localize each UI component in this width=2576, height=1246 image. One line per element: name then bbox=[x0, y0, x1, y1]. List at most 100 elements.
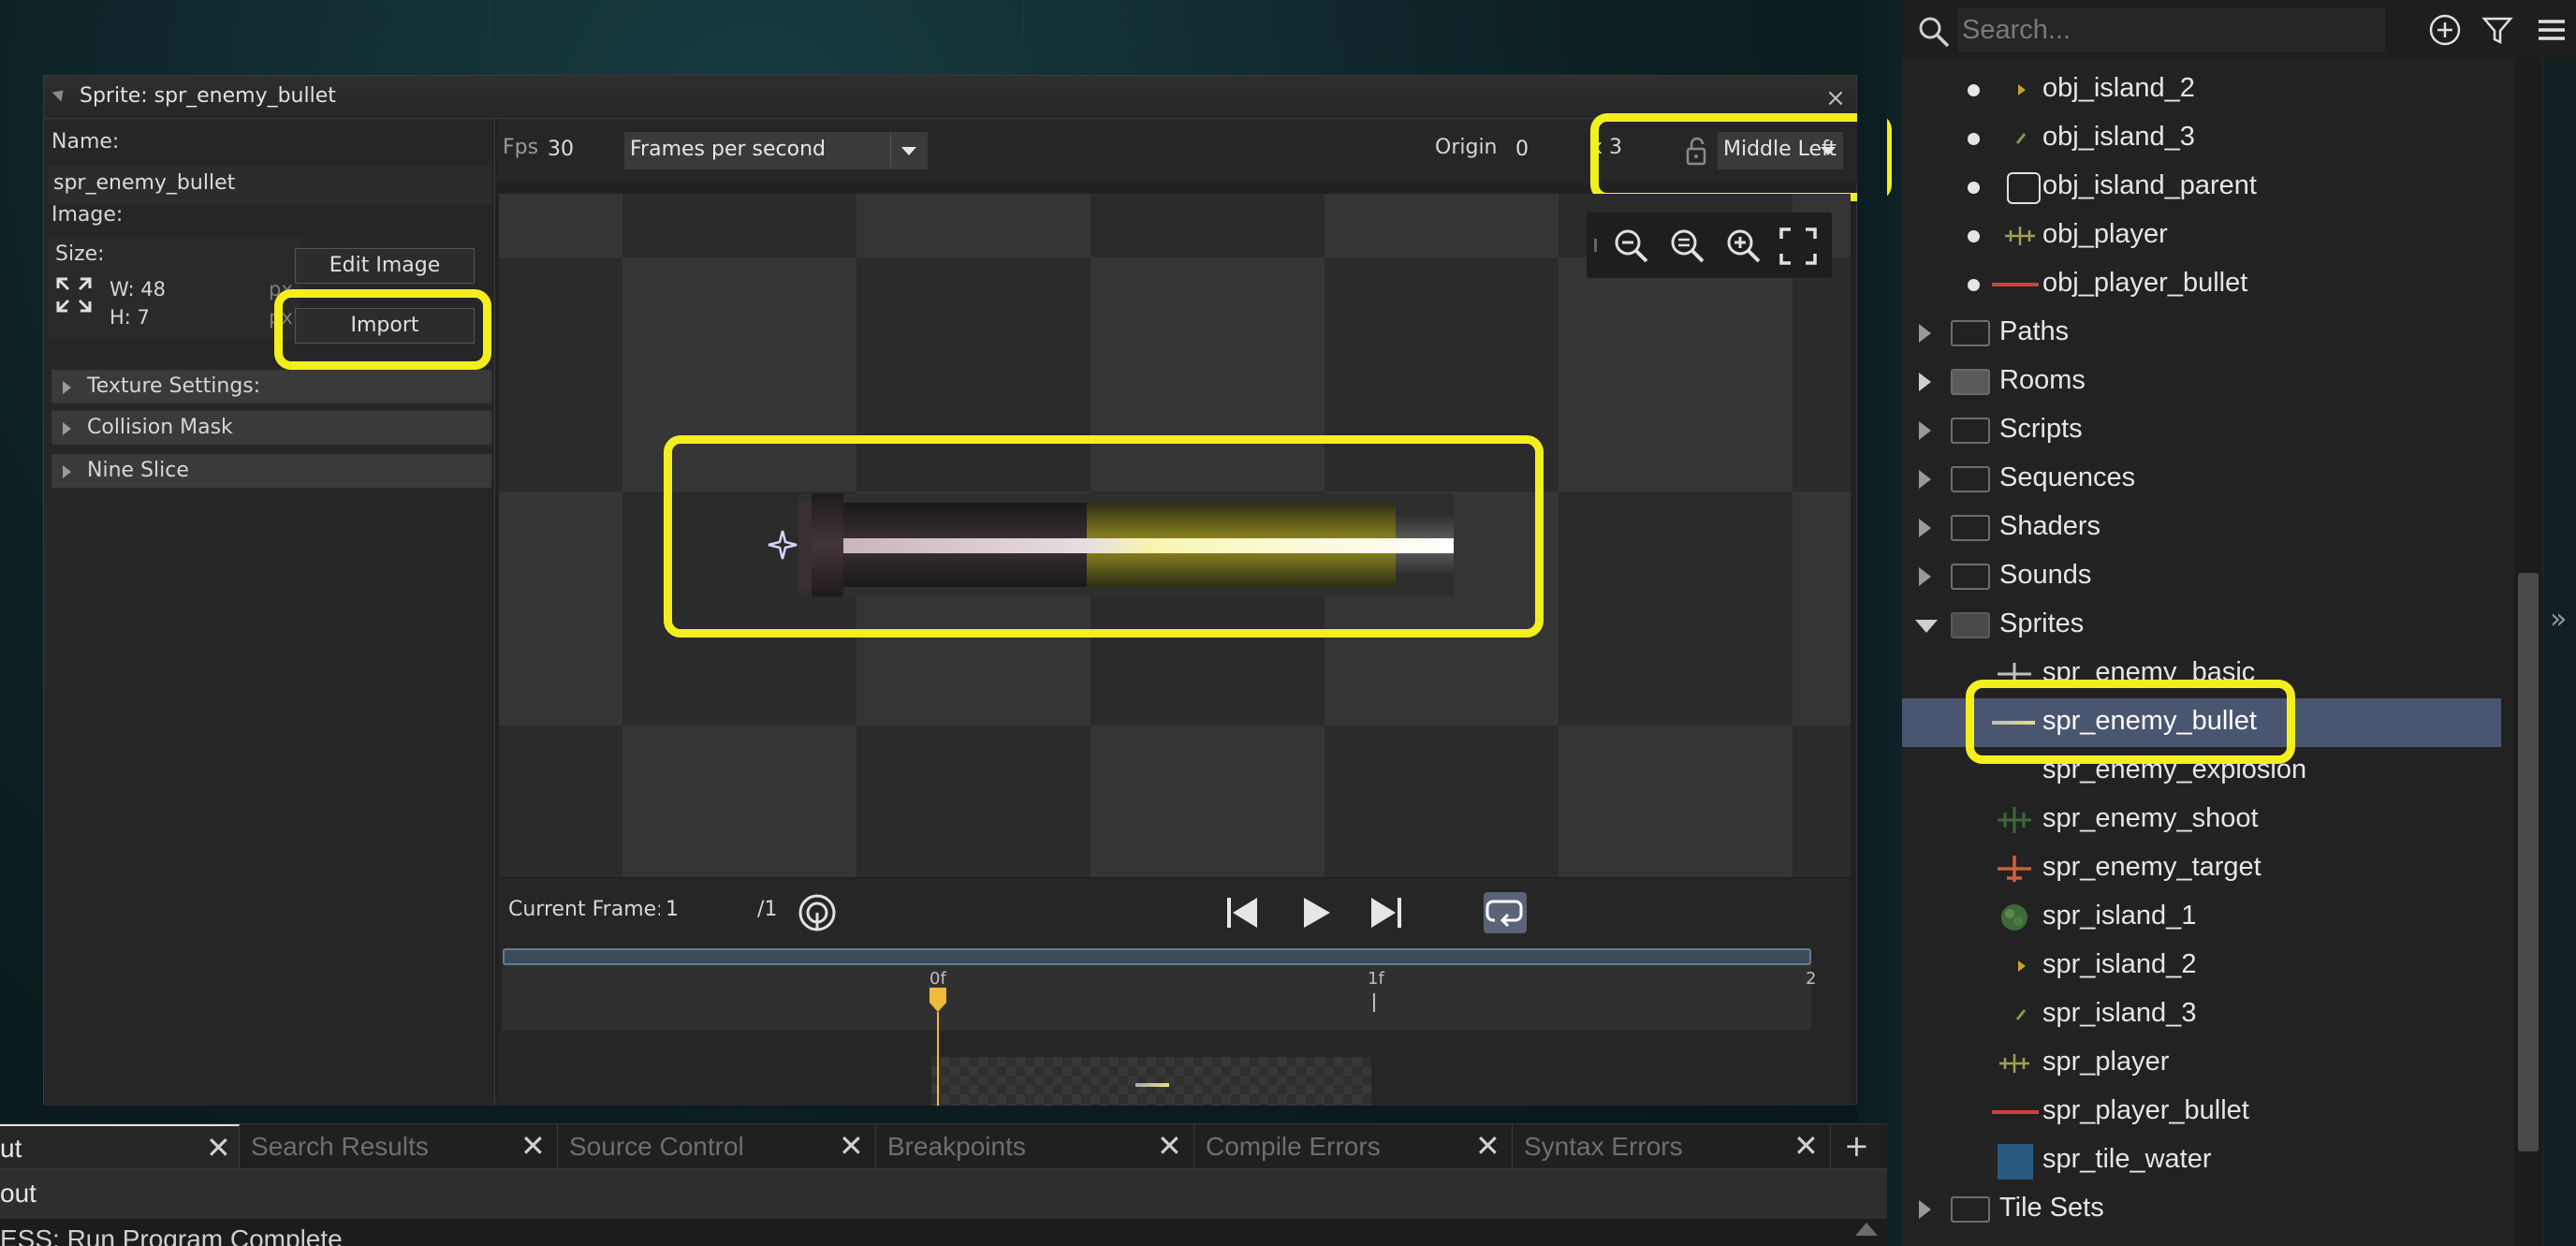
close-icon[interactable]: ✕ bbox=[1475, 1128, 1500, 1164]
folder-icon bbox=[1951, 564, 1990, 590]
first-frame-icon[interactable] bbox=[1223, 894, 1261, 931]
folder-open-icon bbox=[1951, 612, 1990, 638]
expand-arrow-icon[interactable] bbox=[1919, 373, 1931, 391]
tree-item-spr-player[interactable]: spr_player bbox=[1902, 1039, 2501, 1088]
close-icon[interactable]: ✕ bbox=[1157, 1128, 1182, 1164]
filter-icon[interactable] bbox=[2479, 11, 2516, 49]
zoom-out-icon[interactable] bbox=[1611, 226, 1652, 267]
fps-input[interactable]: 30 bbox=[542, 132, 619, 169]
tree-item-spr-player-bullet[interactable]: spr_player_bullet bbox=[1902, 1088, 2501, 1136]
tab-search-results[interactable]: Search Results ✕ bbox=[240, 1124, 558, 1169]
chevron-right-icon[interactable]: » bbox=[2550, 603, 2567, 636]
collapse-arrow-icon[interactable] bbox=[1915, 620, 1938, 633]
tree-folder-sequences[interactable]: Sequences bbox=[1902, 455, 2501, 504]
window-titlebar[interactable]: Sprite: spr_enemy_bullet × bbox=[44, 76, 1856, 119]
close-icon[interactable]: ✕ bbox=[520, 1128, 546, 1164]
tab-output[interactable]: ut ✕ bbox=[0, 1124, 240, 1169]
tree-folder-tile-sets[interactable]: Tile Sets bbox=[1902, 1185, 2501, 1234]
frame-cell[interactable] bbox=[931, 1057, 1371, 1106]
timeline-scrollbar[interactable] bbox=[503, 948, 1811, 965]
expand-arrow-icon[interactable] bbox=[1919, 421, 1931, 440]
tab-source-control[interactable]: Source Control ✕ bbox=[558, 1124, 876, 1169]
divider bbox=[489, 0, 490, 41]
expand-arrow-icon[interactable] bbox=[1919, 567, 1931, 586]
tree-item-spr-enemy-shoot[interactable]: spr_enemy_shoot bbox=[1902, 796, 2501, 844]
tree-folder-scripts[interactable]: Scripts bbox=[1902, 406, 2501, 455]
width-value: W: 48 bbox=[110, 278, 167, 301]
expand-arrow-icon[interactable] bbox=[1919, 1200, 1931, 1219]
tab-label: ut bbox=[0, 1134, 22, 1163]
tab-label: Source Control bbox=[569, 1132, 744, 1161]
tree-item-obj-island-parent[interactable]: obj_island_parent bbox=[1902, 163, 2501, 212]
fps-mode-dropdown[interactable]: Frames per second bbox=[624, 132, 928, 169]
add-tab-button[interactable]: + bbox=[1844, 1128, 1869, 1164]
expand-arrow-icon[interactable] bbox=[1919, 470, 1931, 489]
zoom-reset-icon[interactable] bbox=[1667, 226, 1708, 267]
nine-slice-section[interactable]: Nine Slice bbox=[51, 454, 491, 488]
tree-folder-sprites[interactable]: Sprites bbox=[1902, 601, 2501, 650]
tree-item-spr-island-3[interactable]: spr_island_3 bbox=[1902, 990, 2501, 1039]
divider bbox=[890, 134, 891, 168]
tree-item-spr-tile-water[interactable]: spr_tile_water bbox=[1902, 1136, 2501, 1185]
expand-arrow-icon[interactable] bbox=[1919, 324, 1931, 343]
menu-icon[interactable] bbox=[2533, 11, 2570, 49]
tree-item-spr-island-1[interactable]: spr_island_1 bbox=[1902, 893, 2501, 942]
edit-image-button[interactable]: Edit Image bbox=[295, 248, 475, 284]
island-icon bbox=[2001, 904, 2027, 931]
tab-breakpoints[interactable]: Breakpoints ✕ bbox=[876, 1124, 1194, 1169]
add-icon[interactable] bbox=[2426, 11, 2464, 49]
tree-folder-shaders[interactable]: Shaders bbox=[1902, 504, 2501, 552]
tree-item-label: obj_island_2 bbox=[2042, 73, 2195, 103]
tree-folder-paths[interactable]: Paths bbox=[1902, 309, 2501, 358]
tree-item-obj-island-2[interactable]: obj_island_2 bbox=[1902, 66, 2501, 114]
search-input[interactable]: Search... bbox=[1958, 7, 2385, 52]
loop-toggle[interactable] bbox=[1484, 892, 1527, 933]
tab-syntax-errors[interactable]: Syntax Errors ✕ bbox=[1513, 1124, 1831, 1169]
loop-icon bbox=[1486, 900, 1523, 928]
last-frame-icon[interactable] bbox=[1368, 894, 1405, 931]
zoom-in-icon[interactable] bbox=[1723, 226, 1764, 267]
playhead-icon[interactable] bbox=[928, 986, 948, 1014]
resize-icon[interactable] bbox=[55, 276, 93, 314]
scroll-up-icon[interactable] bbox=[1855, 1223, 1878, 1236]
output-log: ESS: Run Program Complete bbox=[0, 1219, 1887, 1246]
divider bbox=[1022, 0, 1024, 41]
close-icon[interactable]: ✕ bbox=[1793, 1128, 1819, 1164]
collision-mask-section[interactable]: Collision Mask bbox=[51, 411, 491, 445]
tree-item-obj-island-3[interactable]: obj_island_3 bbox=[1902, 114, 2501, 163]
close-icon[interactable]: ✕ bbox=[839, 1128, 864, 1164]
fit-screen-icon[interactable] bbox=[1778, 226, 1819, 267]
tree-item-spr-island-2[interactable]: spr_island_2 bbox=[1902, 942, 2501, 990]
close-icon[interactable]: ✕ bbox=[206, 1130, 231, 1165]
tree-item-label: spr_tile_water bbox=[2042, 1144, 2212, 1174]
origin-x-input[interactable]: 0 bbox=[1510, 132, 1587, 169]
collapse-icon[interactable] bbox=[51, 85, 68, 102]
tree-item-label: Sequences bbox=[1999, 462, 2136, 492]
tree-item-label: Sounds bbox=[1999, 560, 2092, 590]
close-window-button[interactable]: × bbox=[1824, 86, 1847, 110]
folder-icon bbox=[1951, 1196, 1990, 1223]
tree-folder-sounds[interactable]: Sounds bbox=[1902, 552, 2501, 601]
onion-skin-icon[interactable] bbox=[797, 892, 838, 933]
texture-settings-section[interactable]: Texture Settings: bbox=[51, 370, 491, 403]
tree-item-label: spr_player bbox=[2042, 1047, 2170, 1077]
sprite-name-field[interactable]: spr_enemy_bullet bbox=[48, 166, 491, 203]
size-label: Size: bbox=[55, 242, 105, 266]
plane-icon bbox=[1998, 856, 2031, 882]
current-frame-input[interactable]: 1 bbox=[660, 892, 750, 930]
tab-compile-errors[interactable]: Compile Errors ✕ bbox=[1194, 1124, 1513, 1169]
tree-folder-rooms[interactable]: Rooms bbox=[1902, 358, 2501, 406]
collapse-strip[interactable]: » bbox=[2544, 60, 2576, 1246]
playhead-line bbox=[937, 1012, 939, 1106]
tree-item-spr-enemy-target[interactable]: spr_enemy_target bbox=[1902, 844, 2501, 893]
output-line: ESS: Run Program Complete bbox=[0, 1224, 343, 1246]
tree-item-obj-player[interactable]: obj_player bbox=[1902, 212, 2501, 260]
expand-arrow-icon[interactable] bbox=[1919, 519, 1931, 537]
height-value: H: 7 bbox=[110, 306, 150, 329]
search-placeholder: Search... bbox=[1962, 15, 2071, 45]
play-icon[interactable] bbox=[1296, 894, 1334, 931]
tree-item-obj-player-bullet[interactable]: obj_player_bullet bbox=[1902, 260, 2501, 309]
tab-label: Syntax Errors bbox=[1524, 1132, 1683, 1161]
tree-scrollbar-thumb[interactable] bbox=[2518, 573, 2539, 1151]
water-tile-icon bbox=[1998, 1144, 2033, 1180]
